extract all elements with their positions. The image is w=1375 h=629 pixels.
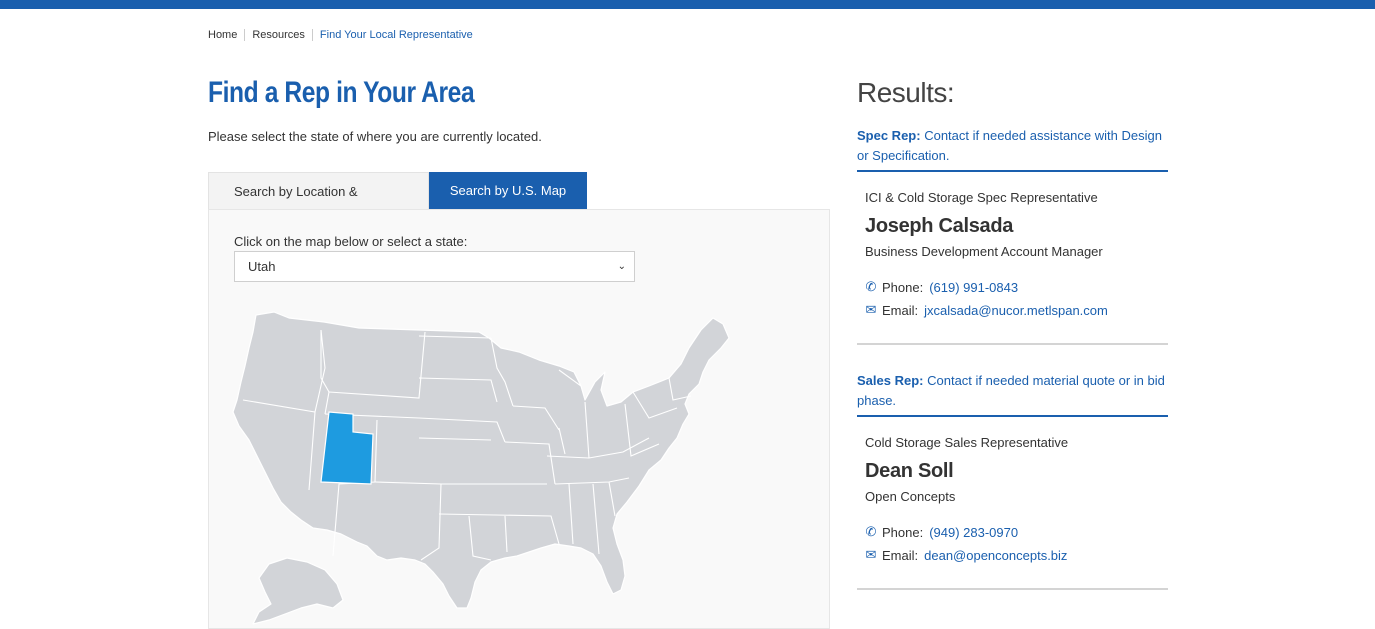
sales-rep-heading-label: Sales Rep: bbox=[857, 373, 924, 388]
spec-rep-role: ICI & Cold Storage Spec Representative bbox=[865, 190, 1098, 205]
divider bbox=[857, 343, 1168, 345]
spec-rep-phone-row: ✆ Phone: (619) 991-0843 bbox=[865, 279, 1019, 295]
tab-search-by-location[interactable]: Search by Location & Industry bbox=[208, 172, 429, 236]
breadcrumb-separator bbox=[244, 29, 246, 41]
breadcrumb-home[interactable]: Home bbox=[208, 29, 237, 41]
chevron-down-icon: ⌄ bbox=[617, 261, 626, 272]
map-panel: Click on the map below or select a state… bbox=[208, 209, 830, 629]
sales-rep-phone-link[interactable]: (949) 283-0970 bbox=[929, 525, 1018, 540]
sales-rep-company: Open Concepts bbox=[865, 489, 956, 504]
sales-rep-email-link[interactable]: dean@openconcepts.biz bbox=[924, 548, 1067, 563]
spec-rep-phone-link[interactable]: (619) 991-0843 bbox=[929, 280, 1018, 295]
top-brand-bar bbox=[0, 0, 1375, 9]
phone-icon: ✆ bbox=[865, 524, 877, 539]
map-prompt-label: Click on the map below or select a state… bbox=[234, 234, 468, 249]
search-tabs: Search by Location & Industry Search by … bbox=[208, 172, 587, 236]
alaska-shape bbox=[252, 557, 344, 625]
phone-icon: ✆ bbox=[865, 279, 877, 294]
sales-rep-name: Dean Soll bbox=[865, 460, 954, 482]
spec-rep-heading-label: Spec Rep: bbox=[857, 128, 921, 143]
state-select-value: Utah bbox=[248, 259, 276, 274]
us-map[interactable] bbox=[229, 308, 749, 628]
intro-text: Please select the state of where you are… bbox=[208, 129, 542, 144]
spec-rep-heading: Spec Rep: Contact if needed assistance w… bbox=[857, 126, 1168, 172]
spec-rep-email-row: ✉ Email: jxcalsada@nucor.metlspan.com bbox=[865, 302, 1108, 318]
sales-rep-role: Cold Storage Sales Representative bbox=[865, 435, 1069, 450]
breadcrumb-separator bbox=[311, 29, 313, 41]
state-select[interactable]: Utah ⌄ bbox=[234, 251, 635, 282]
sales-rep-heading: Sales Rep: Contact if needed material qu… bbox=[857, 371, 1168, 417]
divider bbox=[857, 588, 1168, 590]
email-icon: ✉ bbox=[865, 547, 877, 562]
results-title: Results: bbox=[857, 77, 955, 108]
breadcrumb-current: Find Your Local Representative bbox=[319, 29, 473, 41]
phone-label: Phone: bbox=[882, 524, 924, 540]
breadcrumb: Home Resources Find Your Local Represent… bbox=[208, 29, 473, 41]
breadcrumb-resources[interactable]: Resources bbox=[252, 29, 305, 41]
email-label: Email: bbox=[882, 302, 919, 318]
spec-rep-company: Business Development Account Manager bbox=[865, 244, 1103, 259]
email-label: Email: bbox=[882, 547, 919, 563]
email-icon: ✉ bbox=[865, 302, 877, 317]
tab-search-by-map[interactable]: Search by U.S. Map bbox=[429, 172, 587, 209]
sales-rep-email-row: ✉ Email: dean@openconcepts.biz bbox=[865, 547, 1068, 563]
phone-label: Phone: bbox=[882, 279, 924, 295]
page-title: Find a Rep in Your Area bbox=[208, 76, 475, 109]
spec-rep-name: Joseph Calsada bbox=[865, 215, 1014, 237]
sales-rep-phone-row: ✆ Phone: (949) 283-0970 bbox=[865, 524, 1019, 540]
spec-rep-email-link[interactable]: jxcalsada@nucor.metlspan.com bbox=[924, 303, 1108, 318]
